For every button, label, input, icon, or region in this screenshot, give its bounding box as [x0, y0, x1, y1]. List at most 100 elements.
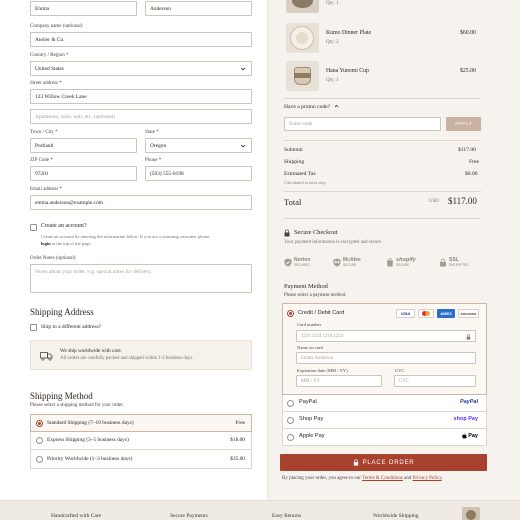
shipping-express-radio[interactable] [36, 437, 43, 444]
paypal-icon: PayPal [459, 399, 478, 405]
terms-prefix: By placing your order, you agree to our [282, 476, 363, 481]
secure-checkout-subtitle: Your payment information is encrypted an… [284, 240, 383, 245]
payment-option-paypal[interactable]: PayPal PayPal [282, 395, 487, 412]
secure-checkout-title: Secure Checkout [294, 229, 338, 236]
terms-notice: By placing your order, you agree to our … [282, 476, 443, 481]
expiry-label: Expiration date (MM / YY) [297, 368, 348, 373]
shipping-option-priority[interactable]: Priority Worldwide (1–3 business days) $… [30, 450, 252, 469]
street-label: Street address * [30, 81, 62, 86]
shipping-label: Shipping [284, 159, 305, 165]
badge-sub: SECURED [294, 263, 310, 267]
lock-icon [353, 459, 358, 466]
company-label: Company name (optional) [30, 24, 83, 29]
ship-different-checkbox[interactable] [30, 324, 37, 331]
payment-method-title: Payment Method [284, 283, 328, 290]
item-name: Kumo Dinner Plate [326, 30, 372, 36]
shipping-priority-radio[interactable] [36, 456, 43, 463]
order-notes-label: Order Notes (optional) [30, 256, 76, 261]
card-number-label: Card number [297, 322, 322, 327]
shipping-express-price: $18.00 [230, 437, 245, 443]
city-input[interactable]: Portland [30, 138, 137, 153]
footer-secure-payments: Secure Payments [170, 513, 208, 519]
shipping-notice-line-2: All orders are carefully packed and ship… [60, 356, 194, 361]
place-order-label: PLACE ORDER [362, 459, 415, 466]
visa-icon: VISA [396, 309, 415, 318]
shipping-priority-price: $35.00 [230, 456, 245, 462]
login-link[interactable]: login [41, 241, 51, 246]
order-notes-textarea[interactable]: Notes about your order, e.g. special not… [30, 264, 252, 293]
expiry-input[interactable]: MM / YY [296, 375, 382, 387]
total-label: Total [284, 197, 302, 207]
city-label: Town / City * [30, 130, 58, 135]
apply-promo-button[interactable]: APPLY [446, 117, 481, 131]
apartment-input[interactable]: Apartment, suite, unit, etc. (optional) [30, 109, 252, 124]
promo-label: Have a promo code? [284, 104, 331, 110]
total-value: $117.00 [448, 196, 477, 206]
state-select[interactable]: Oregon [145, 138, 252, 153]
payment-option-shoppay[interactable]: Shop Pay shop Pay [282, 412, 487, 429]
tax-note: Calculated at next step [284, 180, 326, 185]
shipping-express-label: Express Shipping (3–5 business days) [47, 437, 129, 443]
lock-icon [284, 229, 290, 237]
trust-badge-norton: Norton SECURED [284, 257, 310, 267]
place-order-button[interactable]: PLACE ORDER [280, 454, 487, 471]
privacy-link[interactable]: Privacy Policy [413, 476, 442, 481]
lock-icon [466, 334, 471, 340]
applepay-radio[interactable] [287, 434, 294, 441]
shipping-option-standard[interactable]: Standard Shipping (7–10 business days) F… [30, 414, 252, 432]
chevron-down-icon [240, 67, 246, 71]
create-account-note: Create an account by entering the inform… [41, 234, 210, 239]
terms-and: and [402, 476, 413, 481]
shoppay-label: Shop Pay [299, 416, 324, 422]
subtotal-label: Subtotal [284, 147, 303, 153]
chevron-down-icon [240, 144, 246, 148]
badge-sub: SECURE [343, 263, 357, 267]
first-name-input[interactable]: Emma [30, 1, 137, 16]
create-account-checkbox[interactable] [30, 224, 37, 231]
shopify-bag-icon [387, 257, 393, 266]
total-currency: USD [429, 199, 439, 204]
shipping-address-title: Shipping Address [30, 307, 94, 317]
terms-suffix: . [441, 476, 443, 481]
terms-link[interactable]: Terms & Conditions [362, 476, 403, 481]
shipping-standard-radio[interactable] [36, 420, 43, 427]
paypal-radio[interactable] [287, 400, 294, 407]
discover-icon: DISCOVER [458, 309, 479, 318]
ssl-lock-icon [440, 258, 446, 266]
promo-code-input[interactable]: Enter code [284, 117, 441, 131]
trust-badge-mcafee: McAfee SECURE [333, 257, 361, 267]
ship-different-label[interactable]: Ship to a different address? [41, 324, 101, 330]
card-payment-label[interactable]: Credit / Debit Card [298, 310, 344, 316]
mastercard-icon [418, 309, 434, 318]
card-payment-radio[interactable] [287, 310, 294, 317]
zip-input[interactable]: 97201 [30, 166, 137, 181]
state-label: State * [145, 130, 159, 135]
shoppay-icon: shop Pay [453, 416, 478, 422]
create-account-note-rest: at the top of the page. [50, 241, 92, 246]
shipping-option-express[interactable]: Express Shipping (3–5 business days) $18… [30, 432, 252, 450]
chevron-up-icon [334, 104, 338, 108]
create-account-label[interactable]: Create an account? [41, 223, 87, 229]
item-qty: Qty: 1 [326, 1, 339, 6]
name-on-card-input[interactable]: Emma Anderson [296, 352, 476, 364]
street-input[interactable]: 123 Willow Creek Lane [30, 89, 252, 104]
paypal-label: PayPal [299, 399, 317, 405]
phone-input[interactable]: (503) 555-0198 [145, 166, 252, 181]
country-select[interactable]: United States [30, 61, 252, 76]
footer-worldwide-shipping: Worldwide Shipping [373, 513, 419, 519]
promo-toggle[interactable]: Have a promo code? [284, 104, 339, 110]
shoppay-radio[interactable] [287, 417, 294, 424]
apple-icon [462, 433, 467, 439]
cvc-input[interactable]: CVC [394, 375, 476, 387]
payment-method-subtitle: Please select a payment method. [284, 293, 347, 298]
card-number-input[interactable]: 1234 1234 1234 1234 [296, 330, 476, 342]
tax-value: $0.00 [465, 171, 478, 177]
payment-option-applepay[interactable]: Apple Pay Pay [282, 429, 487, 446]
card-number-placeholder: 1234 1234 1234 1234 [301, 333, 343, 339]
last-name-input[interactable]: Anderson [145, 1, 252, 16]
divider [284, 191, 481, 192]
company-input[interactable]: Atelier & Co. [30, 32, 252, 47]
create-account-note-2: login at the top of the page. [41, 241, 92, 246]
email-input[interactable]: emma.anderson@example.com [30, 195, 252, 210]
email-label: Email address * [30, 187, 62, 192]
